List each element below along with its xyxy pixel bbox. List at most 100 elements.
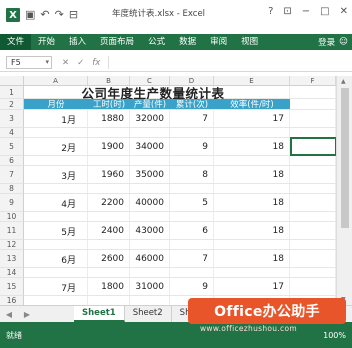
row-header[interactable]: 12 — [0, 240, 24, 250]
column-title[interactable]: 工时(时) — [88, 99, 130, 110]
data-cell-hours[interactable]: 2200 — [88, 194, 130, 212]
redo-icon[interactable]: ↷ — [55, 8, 64, 22]
restore-button[interactable]: □ — [320, 6, 329, 17]
tab-data[interactable]: 数据 — [172, 34, 203, 50]
row-header[interactable]: 7 — [0, 166, 24, 184]
row-header[interactable]: 10 — [0, 212, 24, 222]
data-cell-output[interactable]: 43000 — [130, 222, 170, 240]
row-header[interactable]: 8 — [0, 184, 24, 194]
vertical-scrollbar[interactable]: ▲ ▼ — [336, 76, 352, 305]
tab-formulas[interactable]: 公式 — [141, 34, 172, 50]
insert-function-icon[interactable]: fx — [92, 58, 100, 68]
column-title[interactable]: 月份 — [24, 99, 88, 110]
row-header[interactable]: 4 — [0, 128, 24, 138]
cell[interactable] — [214, 184, 290, 193]
row-header[interactable]: 5 — [0, 138, 24, 156]
cell[interactable] — [170, 212, 214, 221]
user-avatar-icon[interactable]: ☺ — [339, 37, 348, 47]
data-cell-hours[interactable]: 1800 — [88, 278, 130, 296]
data-cell-month[interactable]: 3月 — [24, 166, 88, 184]
sheet-tab-sheet2[interactable]: Sheet2 — [125, 306, 172, 322]
data-cell-eff[interactable]: 18 — [214, 194, 290, 212]
data-cell-eff[interactable]: 17 — [214, 110, 290, 128]
cell[interactable] — [170, 128, 214, 137]
cell[interactable] — [290, 128, 336, 137]
row-header[interactable]: 9 — [0, 194, 24, 212]
row-header[interactable]: 6 — [0, 156, 24, 166]
data-cell-output[interactable]: 40000 — [130, 194, 170, 212]
row-header[interactable]: 14 — [0, 268, 24, 278]
tab-view[interactable]: 视图 — [234, 34, 265, 50]
column-title[interactable]: 累计(次) — [170, 99, 214, 110]
data-cell-count[interactable]: 7 — [170, 110, 214, 128]
row-header[interactable]: 15 — [0, 278, 24, 296]
cell[interactable] — [24, 184, 88, 193]
login-link[interactable]: 登录 — [318, 36, 335, 48]
tab-home[interactable]: 开始 — [31, 34, 62, 50]
data-cell-hours[interactable]: 2400 — [88, 222, 130, 240]
name-box[interactable]: F5 — [6, 56, 52, 69]
data-cell-count[interactable]: 6 — [170, 222, 214, 240]
tab-insert[interactable]: 插入 — [62, 34, 93, 50]
data-cell-output[interactable]: 32000 — [130, 110, 170, 128]
save-icon[interactable]: ▣ — [25, 8, 35, 22]
sheet-tab-sheet1[interactable]: Sheet1 — [74, 306, 125, 322]
tab-page-layout[interactable]: 页面布局 — [93, 34, 141, 50]
cell[interactable] — [24, 156, 88, 165]
data-cell-month[interactable]: 7月 — [24, 278, 88, 296]
cell[interactable] — [88, 128, 130, 137]
customize-qat-icon[interactable]: ⊟ — [69, 8, 78, 22]
cell[interactable] — [130, 296, 170, 305]
help-button[interactable]: ? — [268, 6, 273, 17]
data-cell-count[interactable]: 8 — [170, 166, 214, 184]
cell[interactable] — [88, 240, 130, 249]
active-cell-selection[interactable] — [290, 137, 336, 156]
data-cell-month[interactable]: 1月 — [24, 110, 88, 128]
cell[interactable] — [130, 184, 170, 193]
cell[interactable] — [24, 128, 88, 137]
data-cell-hours[interactable]: 1880 — [88, 110, 130, 128]
formula-input[interactable] — [108, 56, 336, 69]
column-header-f[interactable]: F — [290, 76, 336, 86]
cancel-icon[interactable]: ✕ — [62, 58, 69, 68]
row-header[interactable]: 11 — [0, 222, 24, 240]
data-cell-month[interactable]: 6月 — [24, 250, 88, 268]
cell[interactable] — [88, 212, 130, 221]
cell[interactable] — [170, 184, 214, 193]
cell[interactable] — [88, 296, 130, 305]
tab-review[interactable]: 审阅 — [203, 34, 234, 50]
data-cell-output[interactable]: 34000 — [130, 138, 170, 156]
data-cell-month[interactable]: 4月 — [24, 194, 88, 212]
cell[interactable] — [130, 268, 170, 277]
scroll-thumb[interactable] — [341, 88, 349, 228]
data-cell-hours[interactable]: 2600 — [88, 250, 130, 268]
cell[interactable] — [214, 240, 290, 249]
column-header-a[interactable]: A — [24, 76, 88, 86]
data-cell-month[interactable]: 2月 — [24, 138, 88, 156]
cell[interactable] — [214, 156, 290, 165]
worksheet-grid[interactable]: A B C D E F 公司年度生产数量统计表 月份 工时(时) 产量(件) 累计(次)… — [0, 76, 336, 305]
enter-icon[interactable]: ✓ — [77, 58, 84, 68]
cell[interactable] — [214, 128, 290, 137]
cell[interactable] — [290, 86, 336, 98]
cell[interactable] — [88, 184, 130, 193]
cell[interactable] — [170, 268, 214, 277]
data-cell-eff[interactable]: 17 — [214, 278, 290, 296]
sheet-next-icon[interactable]: ▶ — [18, 310, 36, 319]
ribbon-options-icon[interactable]: ⊡ — [283, 6, 291, 17]
select-all-corner[interactable] — [0, 76, 24, 86]
cell[interactable] — [214, 268, 290, 277]
data-cell-count[interactable]: 7 — [170, 250, 214, 268]
data-cell-output[interactable]: 46000 — [130, 250, 170, 268]
data-cell-count[interactable]: 9 — [170, 138, 214, 156]
data-cell-eff[interactable]: 18 — [214, 166, 290, 184]
sheet-prev-icon[interactable]: ◀ — [0, 310, 18, 319]
cell[interactable] — [130, 240, 170, 249]
data-cell-eff[interactable]: 18 — [214, 138, 290, 156]
cell[interactable] — [24, 296, 88, 305]
cell[interactable] — [24, 212, 88, 221]
cell[interactable] — [290, 184, 336, 193]
cell[interactable] — [24, 268, 88, 277]
tab-file[interactable]: 文件 — [0, 34, 32, 50]
cell[interactable] — [290, 156, 336, 165]
